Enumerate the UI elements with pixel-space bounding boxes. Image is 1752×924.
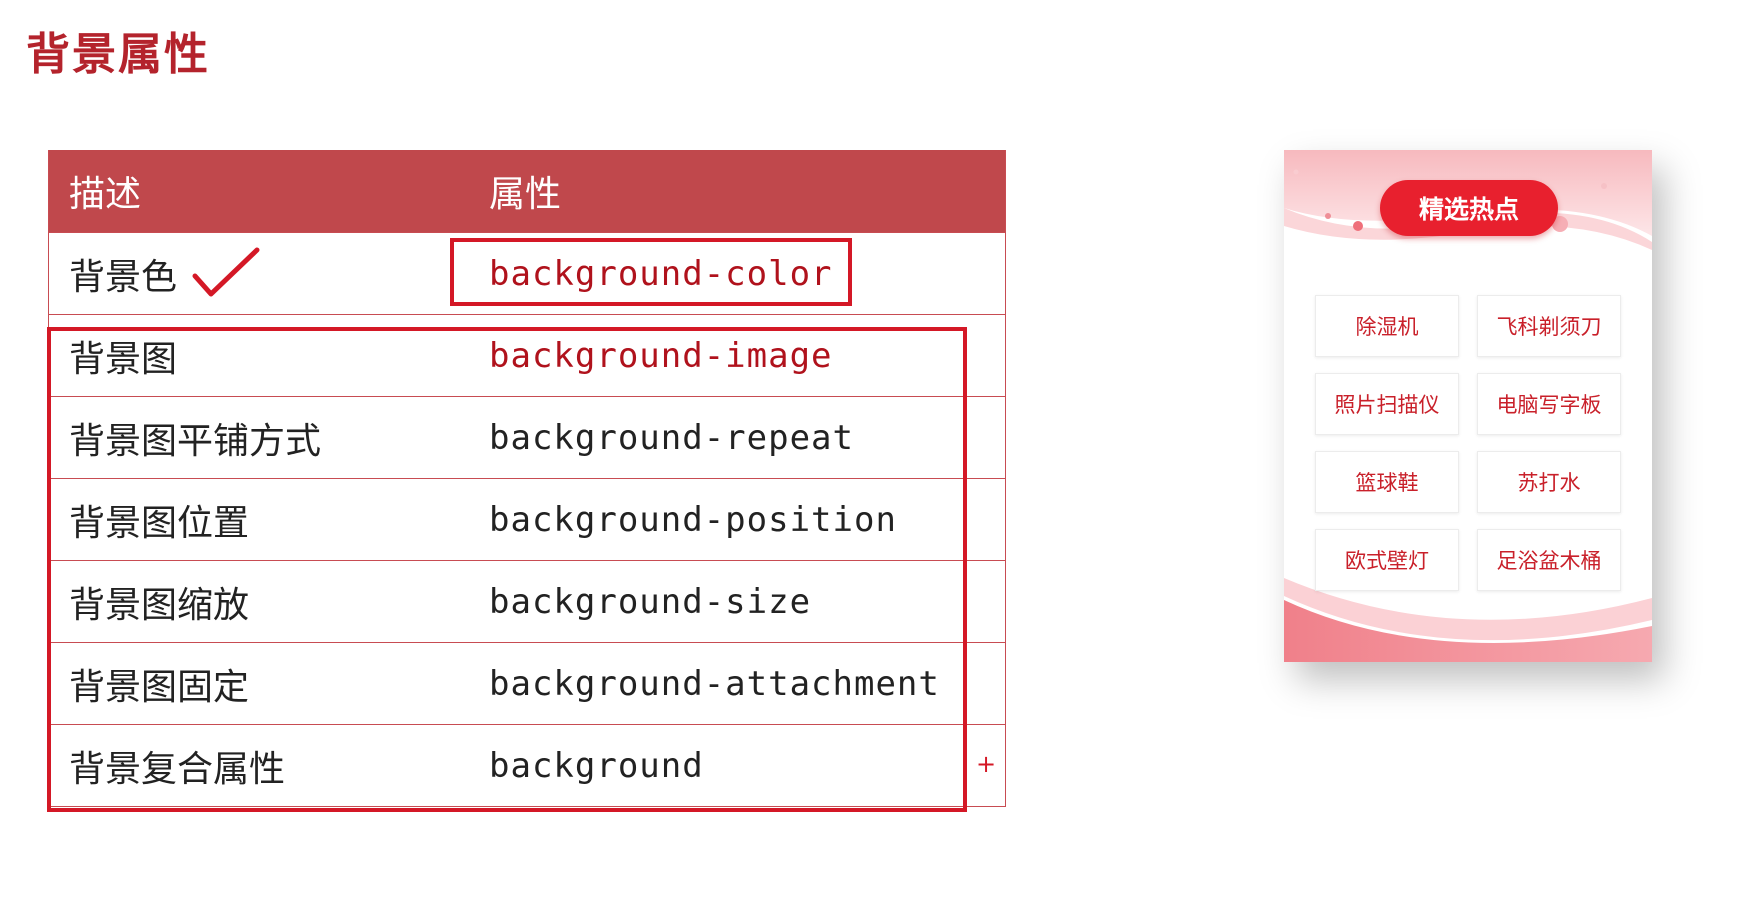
checkmark-icon (192, 247, 260, 296)
header-property: 属性 (489, 174, 562, 215)
highlight-box-color (450, 238, 852, 306)
plus-icon: + (976, 750, 997, 778)
hot-topics-card: 精选热点 除湿机 飞科剃须刀 照片扫描仪 电脑写字板 篮球鞋 苏打水 欧式壁灯 … (1284, 150, 1652, 662)
page-title: 背景属性 (26, 29, 210, 80)
hot-item[interactable]: 足浴盆木桶 (1477, 529, 1621, 591)
hot-item[interactable]: 飞科剃须刀 (1477, 295, 1621, 357)
hot-item[interactable]: 电脑写字板 (1477, 373, 1621, 435)
table-header: 描述 属性 (49, 150, 1005, 232)
highlight-box-image-group (47, 327, 967, 812)
hot-topics-title[interactable]: 精选热点 (1380, 180, 1558, 236)
hot-item[interactable]: 篮球鞋 (1315, 451, 1459, 513)
hot-item[interactable]: 苏打水 (1477, 451, 1621, 513)
hot-item[interactable]: 除湿机 (1315, 295, 1459, 357)
hot-item[interactable]: 照片扫描仪 (1315, 373, 1459, 435)
row-description: 背景色 (69, 256, 178, 298)
hot-item[interactable]: 欧式壁灯 (1315, 529, 1459, 591)
header-description: 描述 (69, 174, 142, 215)
hot-topics-grid: 除湿机 飞科剃须刀 照片扫描仪 电脑写字板 篮球鞋 苏打水 欧式壁灯 足浴盆木桶 (1315, 295, 1621, 591)
